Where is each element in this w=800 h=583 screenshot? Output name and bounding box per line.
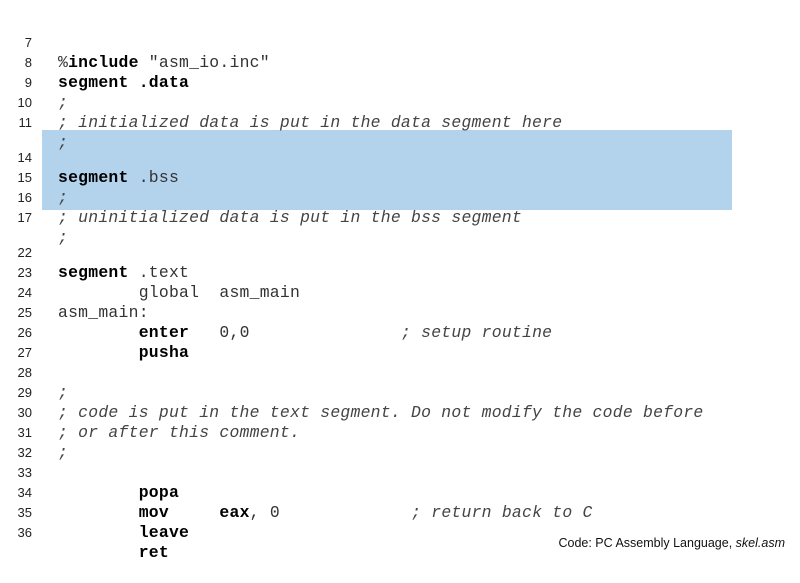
line-text: segment .data — [58, 73, 189, 93]
line-text: enter 0,0 ; setup routine — [58, 323, 552, 343]
instruction: ret — [138, 543, 169, 562]
code-line-31: 31 ; — [0, 403, 68, 462]
code-line-10: 10 ; initialized data is put in the data… — [0, 73, 563, 132]
comment: ; — [58, 133, 69, 152]
keyword: segment — [58, 168, 129, 187]
comment: ; initialized data is put in the data se… — [58, 113, 563, 132]
instruction: leave — [138, 523, 190, 542]
segment-name: .data — [138, 73, 190, 92]
code-line-23: 23 global asm_main — [0, 243, 300, 302]
operands: 0,0 — [189, 323, 401, 342]
comment: ; uninitialized data is put in the bss s… — [58, 208, 522, 227]
instruction: mov — [138, 503, 169, 522]
line-text: segment .text — [58, 263, 189, 283]
keyword: include — [68, 53, 139, 72]
line-text: segment .bss — [58, 168, 179, 188]
line-number: 36 — [17, 525, 32, 540]
code-line-17: 17 ; — [0, 188, 68, 247]
segment-name: .text — [128, 263, 190, 282]
code-line-16: 16 ; uninitialized data is put in the bs… — [0, 168, 522, 227]
caption-prefix: Code: PC Assembly Language, — [558, 536, 736, 550]
code-line-11: 11 ; — [0, 93, 68, 152]
comment: ; — [58, 228, 69, 247]
source-caption: Code: PC Assembly Language, skel.asm — [558, 536, 785, 550]
line-text: mov eax, 0 ; return back to C — [58, 503, 593, 523]
directive-prefix: % — [58, 53, 69, 72]
label: asm_main: — [58, 303, 149, 322]
code-line-34: 34 mov eax, 0 ; return back to C — [0, 463, 593, 522]
code-line-25: 25 enter 0,0 ; setup routine — [0, 283, 552, 342]
code-line-22: 22 segment .text — [0, 223, 189, 282]
instruction: pusha — [138, 343, 190, 362]
comment: ; — [58, 443, 69, 462]
comment: ; — [58, 93, 69, 112]
code-line-30: 30 ; or after this comment. — [0, 383, 300, 442]
code-line-7: 7 %include "asm_io.inc" — [0, 13, 270, 72]
code-line-32: 32 — [0, 423, 38, 460]
line-text: %include "asm_io.inc" — [58, 53, 270, 73]
code-line-9: 9 ; — [0, 53, 68, 112]
comment: ; — [58, 383, 69, 402]
comment: ; code is put in the text segment. Do no… — [58, 403, 704, 422]
comment: ; return back to C — [411, 503, 593, 522]
comment: ; or after this comment. — [58, 423, 301, 442]
comment: ; setup routine — [400, 323, 553, 342]
code-line-35: 35 leave — [0, 483, 189, 542]
line-text: global asm_main — [58, 283, 301, 302]
keyword: segment — [58, 73, 129, 92]
code-line-24: 24 asm_main: — [0, 263, 149, 322]
operands: , 0 — [249, 503, 412, 522]
instruction: popa — [138, 483, 180, 502]
code-line-29: 29 ; code is put in the text segment. Do… — [0, 363, 704, 422]
line-text: popa — [58, 483, 179, 503]
include-target: "asm_io.inc" — [138, 53, 270, 72]
code-line-26: 26 pusha — [0, 303, 189, 362]
line-text: ret — [58, 543, 169, 563]
keyword: segment — [58, 263, 129, 282]
code-line-28: 28 ; — [0, 343, 68, 402]
code-line-8: 8 segment .data — [0, 33, 189, 92]
code-line-14: 14 segment .bss — [0, 128, 179, 187]
code-line-36: 36 ret — [0, 503, 169, 562]
instruction: enter — [138, 323, 190, 342]
line-text: leave — [58, 523, 189, 543]
caption-filename: skel.asm — [735, 536, 785, 550]
comment: ; — [58, 188, 69, 207]
line-text: pusha — [58, 343, 189, 363]
register: eax — [219, 503, 250, 522]
code-line-27: 27 — [0, 323, 38, 360]
segment-name: .bss — [128, 168, 180, 187]
code-line-15: 15 ; — [0, 148, 68, 207]
code-line-33: 33 popa — [0, 443, 179, 502]
